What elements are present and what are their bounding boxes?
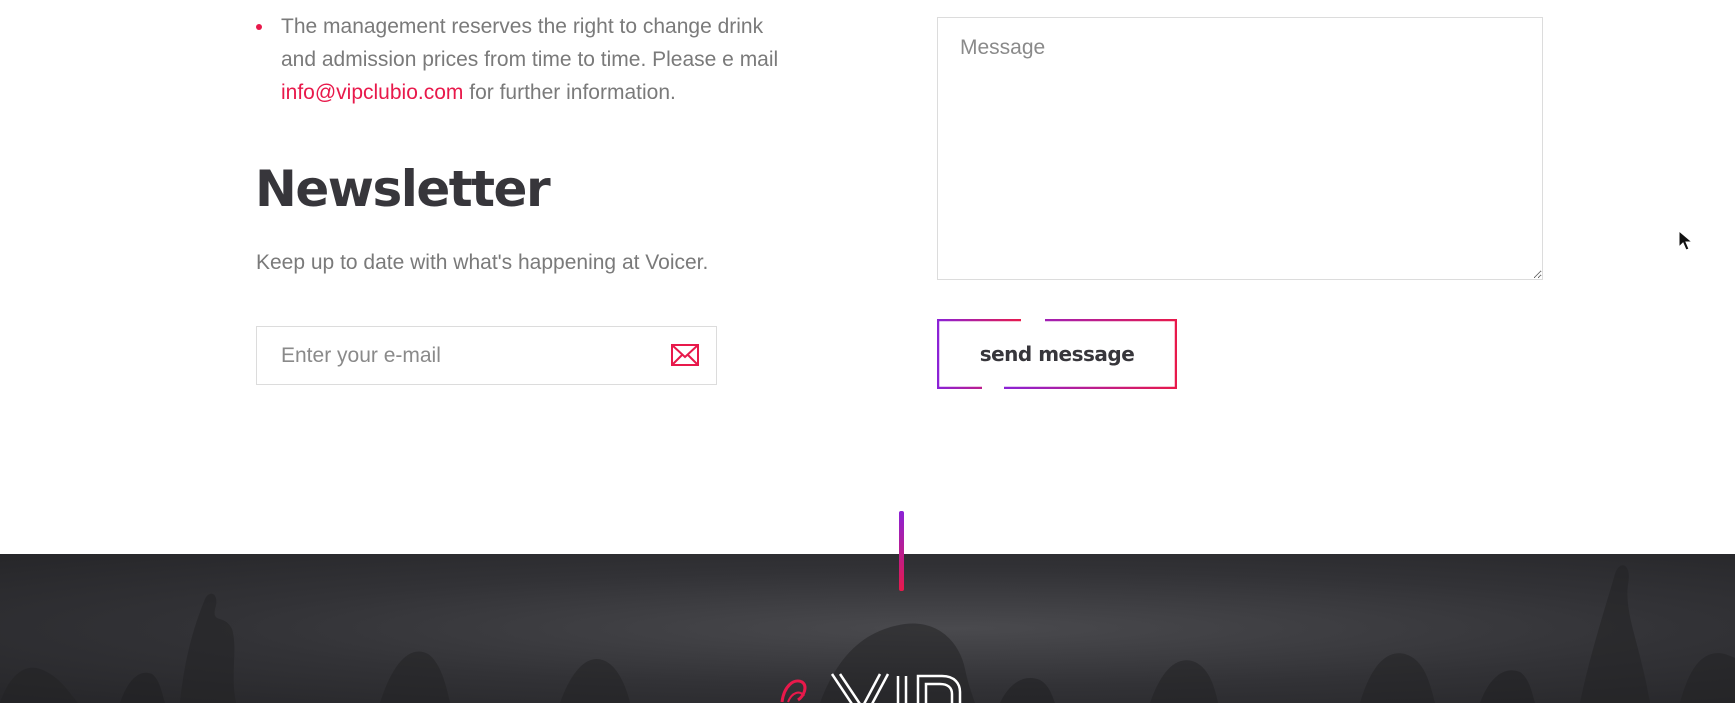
send-message-button[interactable]: send message [937,319,1177,389]
notice-text-after: for further information. [463,81,676,104]
contact-email-link[interactable]: info@vipclubio.com [281,81,463,104]
pricing-notice: The management reserves the right to cha… [256,10,796,109]
message-textarea[interactable] [937,17,1543,280]
mouse-cursor-icon [1678,230,1694,251]
newsletter-title: Newsletter [255,160,551,218]
vip-logo [780,673,962,703]
footer-hero [0,554,1735,703]
pricing-notice-text: The management reserves the right to cha… [256,10,796,109]
envelope-icon[interactable] [671,344,699,366]
newsletter-form [256,326,717,385]
bullet-dot [256,24,262,30]
section-divider [899,511,904,591]
newsletter-email-input[interactable] [257,327,647,384]
newsletter-subtitle: Keep up to date with what's happening at… [256,251,709,274]
send-message-label: send message [979,342,1135,366]
notice-text-before: The management reserves the right to cha… [281,15,779,71]
page: The management reserves the right to cha… [0,0,1735,703]
